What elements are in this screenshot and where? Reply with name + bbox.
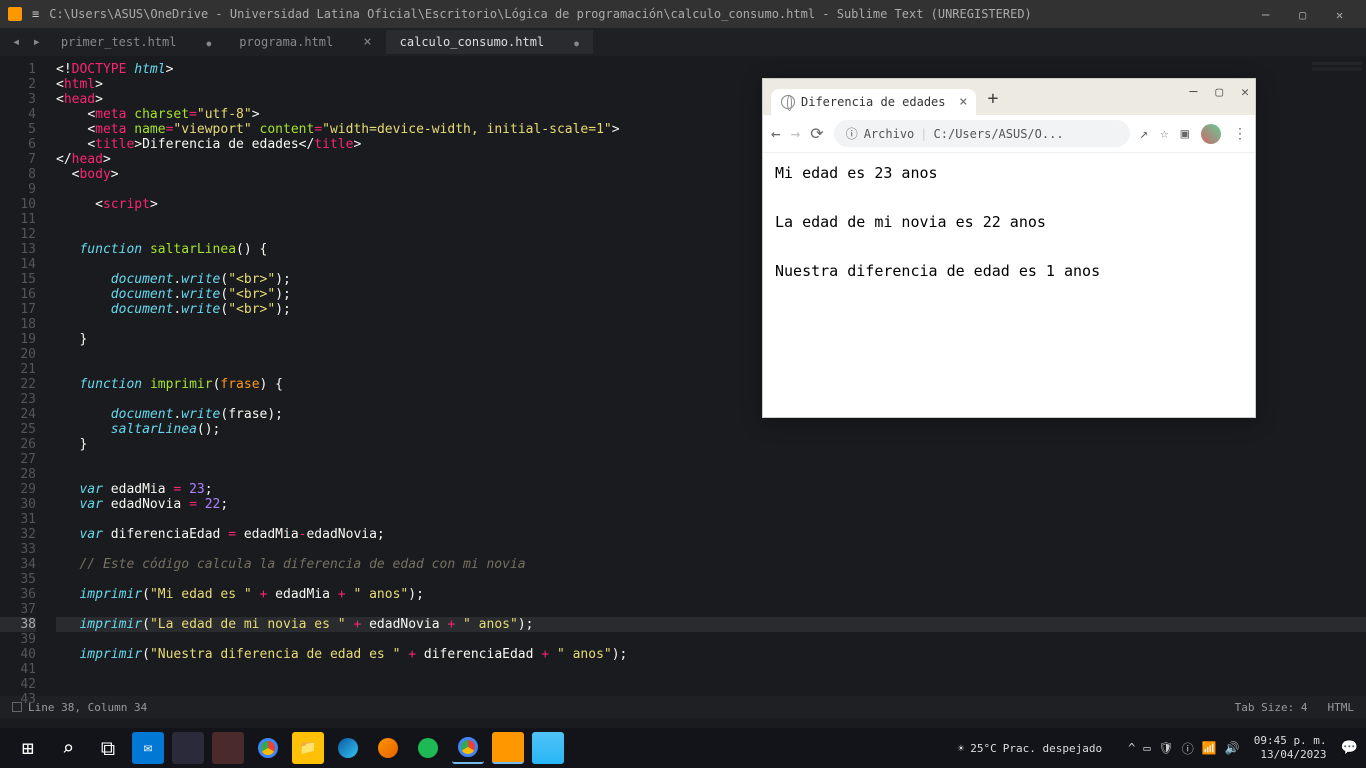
tab-dirty-icon[interactable] [206,36,211,49]
date: 13/04/2023 [1254,748,1327,762]
menu-icon[interactable]: ≡ [32,7,39,21]
minimize-button[interactable]: ─ [1262,8,1274,20]
weather-text: Prac. despejado [1003,742,1102,755]
start-button[interactable]: ⊞ [12,732,44,764]
spotify-icon[interactable] [412,732,444,764]
tab-dirty-icon[interactable] [574,36,579,49]
volume-icon[interactable]: 🔊 [1225,741,1240,755]
info-icon: ⓘ [846,125,858,142]
app-icon[interactable] [172,732,204,764]
window-titlebar: ≡ C:\Users\ASUS\OneDrive - Universidad L… [0,0,1366,28]
chrome-tab-close-icon[interactable]: × [959,94,967,110]
tab-label: programa.html [239,35,333,49]
edge-icon[interactable] [332,732,364,764]
profile-avatar[interactable] [1201,124,1221,144]
forward-icon[interactable]: → [791,124,801,143]
explorer-icon[interactable]: 📁 [292,732,324,764]
share-icon[interactable]: ↗ [1140,126,1148,142]
output-line: La edad de mi novia es 22 anos [775,212,1243,233]
chevron-up-icon[interactable]: ^ [1128,741,1135,755]
taskview-icon[interactable]: ⧉ [92,732,124,764]
notifications-icon[interactable]: 💬 [1341,740,1358,756]
globe-icon [781,95,795,109]
tab-programa[interactable]: programa.html [225,29,385,55]
star-icon[interactable]: ☆ [1160,126,1168,142]
tab-calculo[interactable]: calculo_consumo.html [386,30,593,54]
weather-icon: ☀ [958,742,965,755]
chrome-maximize-icon[interactable]: ▢ [1215,85,1223,100]
output-line: Nuestra diferencia de edad es 1 anos [775,261,1243,282]
addr-path: C:/Users/ASUS/O... [934,127,1064,141]
chrome-icon[interactable] [252,732,284,764]
sublime-icon [8,7,22,21]
clock[interactable]: 09:45 p. m. 13/04/2023 [1246,734,1335,762]
minimap[interactable] [1312,62,1362,202]
firefox-icon[interactable] [372,732,404,764]
chrome-tabstrip: Diferencia de edades × + ─ ▢ ✕ [763,79,1255,115]
system-tray[interactable]: ^ ▭ 🛡 ⓘ 📶 🔊 [1128,740,1240,757]
chrome-tab-title: Diferencia de edades [801,95,946,109]
photos-icon[interactable] [532,732,564,764]
chrome-viewport: Mi edad es 23 anos La edad de mi novia e… [763,153,1255,320]
tab-primer[interactable]: primer_test.html [47,30,225,54]
weather-temp: 25°C [970,742,997,755]
output-line: Mi edad es 23 anos [775,163,1243,184]
close-button[interactable]: ✕ [1336,8,1348,20]
chrome-running-icon[interactable] [452,732,484,764]
tab-fwd-icon[interactable]: ▸ [26,34,46,50]
wifi-icon[interactable]: 📶 [1202,741,1217,755]
tab-back-icon[interactable]: ◂ [6,34,26,50]
tab-label: primer_test.html [61,35,177,49]
sublime-running-icon[interactable] [492,732,524,764]
line-gutter: 12345 678910 1112131415 1617181920 21222… [0,56,46,696]
search-icon[interactable]: ⌕ [52,732,84,764]
taskbar: ⊞ ⌕ ⧉ ✉ 📁 ☀ 25°C Prac. despejado ^ ▭ 🛡 ⓘ… [0,728,1366,768]
reload-icon[interactable]: ⟳ [810,124,823,143]
extension-icon[interactable]: ▣ [1181,126,1189,142]
tab-label: calculo_consumo.html [400,35,545,49]
tab-close-icon[interactable] [363,34,371,50]
addr-label: Archivo [864,127,915,141]
menu-icon[interactable]: ⋮ [1233,126,1247,142]
maximize-button[interactable]: ▢ [1299,8,1311,20]
new-tab-button[interactable]: + [988,88,999,115]
security-icon[interactable]: 🛡 [1159,741,1174,755]
chrome-window: Diferencia de edades × + ─ ▢ ✕ ← → ⟳ ⓘ A… [762,78,1256,418]
tab-bar: ◂ ▸ primer_test.html programa.html calcu… [0,28,1366,56]
time: 09:45 p. m. [1254,734,1327,748]
battery-icon[interactable]: ▭ [1143,741,1150,755]
app-icon[interactable] [212,732,244,764]
mail-icon[interactable]: ✉ [132,732,164,764]
chrome-close-icon[interactable]: ✕ [1241,85,1249,100]
chrome-tab[interactable]: Diferencia de edades × [771,89,976,115]
weather-widget[interactable]: ☀ 25°C Prac. despejado [958,742,1102,755]
chrome-toolbar: ← → ⟳ ⓘ Archivo | C:/Users/ASUS/O... ↗ ☆… [763,115,1255,153]
back-icon[interactable]: ← [771,124,781,143]
chrome-minimize-icon[interactable]: ─ [1190,85,1198,100]
window-title: C:\Users\ASUS\OneDrive - Universidad Lat… [49,7,1262,21]
address-bar[interactable]: ⓘ Archivo | C:/Users/ASUS/O... [834,120,1130,147]
lang-icon[interactable]: ⓘ [1182,740,1194,757]
